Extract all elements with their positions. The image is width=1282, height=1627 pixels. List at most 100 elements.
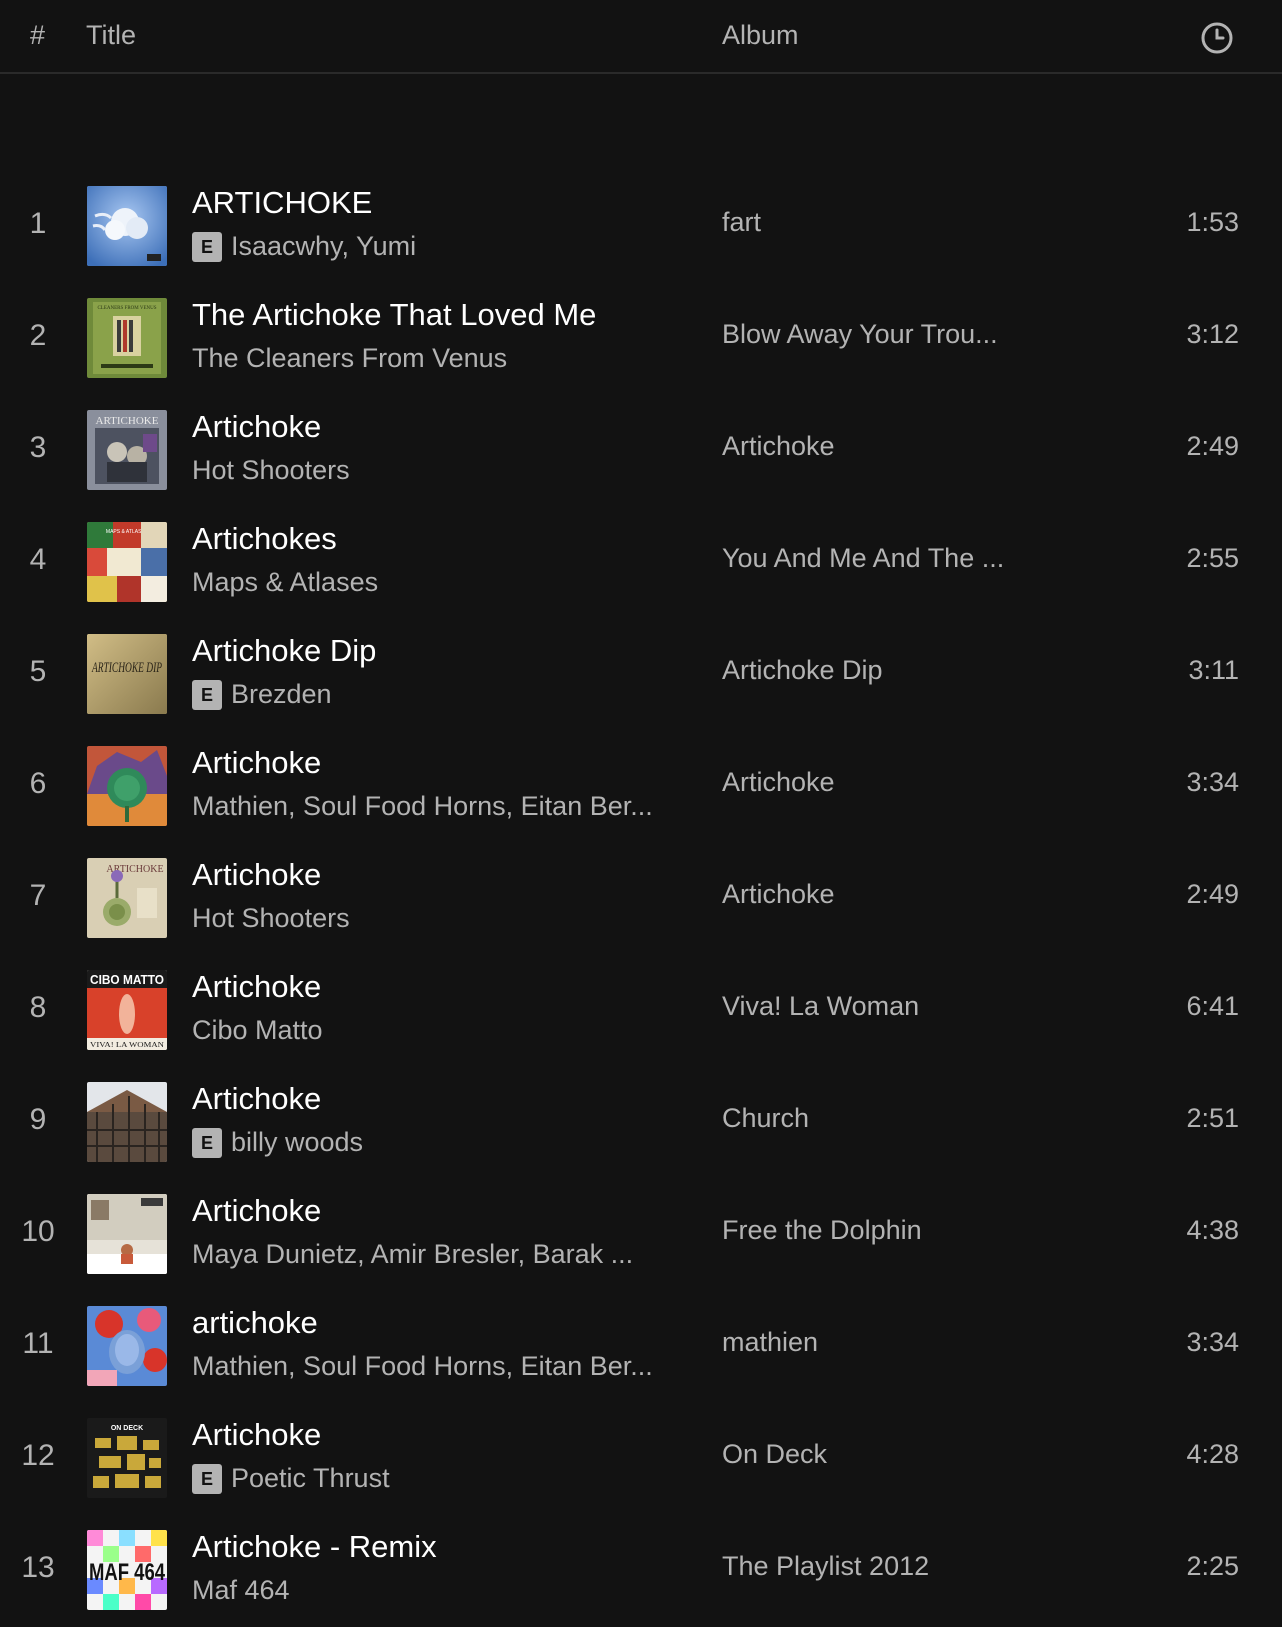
- track-album[interactable]: Artichoke: [722, 879, 835, 910]
- track-subline: Mathien, Soul Food Horns, Eitan Ber...: [192, 791, 653, 822]
- track-duration: 2:55: [1186, 543, 1239, 573]
- track-number: 3: [29, 431, 47, 464]
- track-duration: 4:28: [1186, 1439, 1239, 1469]
- track-row[interactable]: 1 ARTICHOKE E Isaacwhy, Yumi fart 1:53: [0, 171, 1282, 283]
- track-number: 6: [29, 767, 47, 800]
- track-row[interactable]: 12 ON DECK Artichoke E Poetic Thrust On Dec…: [0, 1403, 1282, 1515]
- track-subline: Maps & Atlases: [192, 567, 378, 598]
- track-title[interactable]: artichoke: [192, 1305, 318, 1341]
- track-row[interactable]: 9 Artichoke Ebilly woods Church 2:51: [0, 1067, 1282, 1179]
- track-artist[interactable]: Mathien, Soul Food Horns, Eitan Ber...: [192, 791, 653, 822]
- track-title[interactable]: Artichokes: [192, 521, 337, 557]
- svg-text:VIVA! LA WOMAN: VIVA! LA WOMAN: [90, 1041, 164, 1049]
- track-album[interactable]: mathien: [722, 1327, 818, 1358]
- svg-text:ARTICHOKE: ARTICHOKE: [96, 415, 159, 427]
- track-duration: 2:51: [1186, 1103, 1239, 1133]
- track-number: 7: [29, 879, 47, 912]
- track-artist[interactable]: Brezden: [231, 679, 332, 710]
- album-cover: [87, 1194, 167, 1274]
- track-title[interactable]: The Artichoke That Loved Me: [192, 297, 596, 333]
- track-number: 11: [22, 1327, 54, 1360]
- explicit-badge: E: [192, 679, 222, 710]
- track-row[interactable]: 10 Artichoke Maya Dunietz, Amir Bresler, …: [0, 1179, 1282, 1291]
- track-album[interactable]: The Playlist 2012: [722, 1551, 929, 1582]
- track-subline: Cibo Matto: [192, 1015, 323, 1046]
- track-row[interactable]: 7 ARTICHOKE Artichoke Hot Shooters Articho…: [0, 843, 1282, 955]
- svg-text:CLEANERS FROM VENUS: CLEANERS FROM VENUS: [97, 306, 156, 311]
- track-artist[interactable]: Isaacwhy, Yumi: [231, 231, 416, 262]
- album-cover: ON DECK: [87, 1418, 167, 1498]
- header-title[interactable]: Title: [86, 20, 136, 51]
- track-title[interactable]: Artichoke: [192, 1081, 321, 1117]
- track-title[interactable]: Artichoke: [192, 409, 321, 445]
- track-duration: 6:41: [1186, 991, 1239, 1021]
- track-artist[interactable]: Hot Shooters: [192, 455, 350, 486]
- explicit-badge: E: [192, 1463, 222, 1494]
- track-duration: 2:49: [1186, 879, 1239, 909]
- track-album[interactable]: On Deck: [722, 1439, 827, 1470]
- explicit-badge: E: [192, 231, 222, 262]
- track-duration: 3:12: [1186, 319, 1239, 349]
- header-number: #: [30, 20, 46, 50]
- explicit-badge: E: [192, 1127, 222, 1158]
- track-title[interactable]: Artichoke: [192, 1417, 321, 1453]
- track-duration: 4:38: [1186, 1215, 1239, 1245]
- track-number: 13: [21, 1551, 55, 1584]
- track-album[interactable]: Artichoke: [722, 431, 835, 462]
- track-duration: 2:25: [1186, 1551, 1239, 1581]
- album-cover: MAF 464: [87, 1530, 167, 1610]
- track-title[interactable]: ARTICHOKE: [192, 185, 372, 221]
- track-title[interactable]: Artichoke Dip: [192, 633, 376, 669]
- track-number: 9: [29, 1103, 47, 1136]
- track-artist[interactable]: Hot Shooters: [192, 903, 350, 934]
- track-row[interactable]: 11 artichoke Mathien, Soul Food Horns, Ei…: [0, 1291, 1282, 1403]
- track-row[interactable]: 13 MAF 464 Artichoke - Remix Maf 464 The P…: [0, 1515, 1282, 1627]
- track-number: 5: [29, 655, 47, 688]
- track-album[interactable]: Church: [722, 1103, 809, 1134]
- track-title[interactable]: Artichoke: [192, 745, 321, 781]
- track-subline: E Poetic Thrust: [192, 1463, 390, 1494]
- svg-text:MAF 464: MAF 464: [89, 1559, 165, 1586]
- track-album[interactable]: Viva! La Woman: [722, 991, 919, 1022]
- track-artist[interactable]: Poetic Thrust: [231, 1463, 390, 1494]
- track-album[interactable]: You And Me And The ...: [722, 543, 1004, 574]
- track-artist[interactable]: Cibo Matto: [192, 1015, 323, 1046]
- header-album[interactable]: Album: [722, 20, 799, 51]
- track-row[interactable]: 4 MAPS & ATLASES Artichokes Maps & Atlase…: [0, 507, 1282, 619]
- track-duration: 2:49: [1186, 431, 1239, 461]
- track-artist[interactable]: Mathien, Soul Food Horns, Eitan Ber...: [192, 1351, 653, 1382]
- track-title[interactable]: Artichoke: [192, 969, 321, 1005]
- track-duration: 3:34: [1186, 767, 1239, 797]
- album-cover: CIBO MATTO VIVA! LA WOMAN: [87, 970, 167, 1050]
- track-subline: E Isaacwhy, Yumi: [192, 231, 416, 262]
- track-subline: Hot Shooters: [192, 903, 350, 934]
- track-row[interactable]: 5 ARTICHOKE DIP Artichoke Dip E Brezden Art…: [0, 619, 1282, 731]
- track-artist[interactable]: Maps & Atlases: [192, 567, 378, 598]
- track-row[interactable]: 8 CIBO MATTO VIVA! LA WOMAN Artichoke Cibo…: [0, 955, 1282, 1067]
- track-title[interactable]: Artichoke: [192, 1193, 321, 1229]
- track-row[interactable]: 2 CLEANERS FROM VENUS The Artichoke That…: [0, 283, 1282, 395]
- track-album[interactable]: Blow Away Your Trou...: [722, 319, 998, 350]
- track-album[interactable]: Artichoke Dip: [722, 655, 883, 686]
- track-row[interactable]: 3 ARTICHOKE Artichoke Hot Shooters Articho…: [0, 395, 1282, 507]
- album-cover: ARTICHOKE: [87, 858, 167, 938]
- track-number: 8: [29, 991, 47, 1024]
- track-row[interactable]: 6 Artichoke Mathien, Soul Food Horns, Eit…: [0, 731, 1282, 843]
- track-subline: Hot Shooters: [192, 455, 350, 486]
- track-artist[interactable]: Maf 464: [192, 1575, 290, 1606]
- track-artist[interactable]: Maya Dunietz, Amir Bresler, Barak ...: [192, 1239, 633, 1270]
- album-cover: ARTICHOKE DIP: [87, 634, 167, 714]
- clock-icon[interactable]: [1200, 21, 1234, 55]
- album-cover: [87, 746, 167, 826]
- track-title[interactable]: Artichoke - Remix: [192, 1529, 437, 1565]
- track-artist[interactable]: The Cleaners From Venus: [192, 343, 507, 374]
- track-album[interactable]: Artichoke: [722, 767, 835, 798]
- track-subline: Maf 464: [192, 1575, 290, 1606]
- track-duration: 3:34: [1186, 1327, 1239, 1357]
- track-album[interactable]: Free the Dolphin: [722, 1215, 922, 1246]
- track-number: 2: [29, 319, 47, 352]
- track-title[interactable]: Artichoke: [192, 857, 321, 893]
- track-artist[interactable]: billy woods: [231, 1127, 363, 1158]
- track-duration: 3:11: [1188, 655, 1239, 685]
- track-album[interactable]: fart: [722, 207, 761, 238]
